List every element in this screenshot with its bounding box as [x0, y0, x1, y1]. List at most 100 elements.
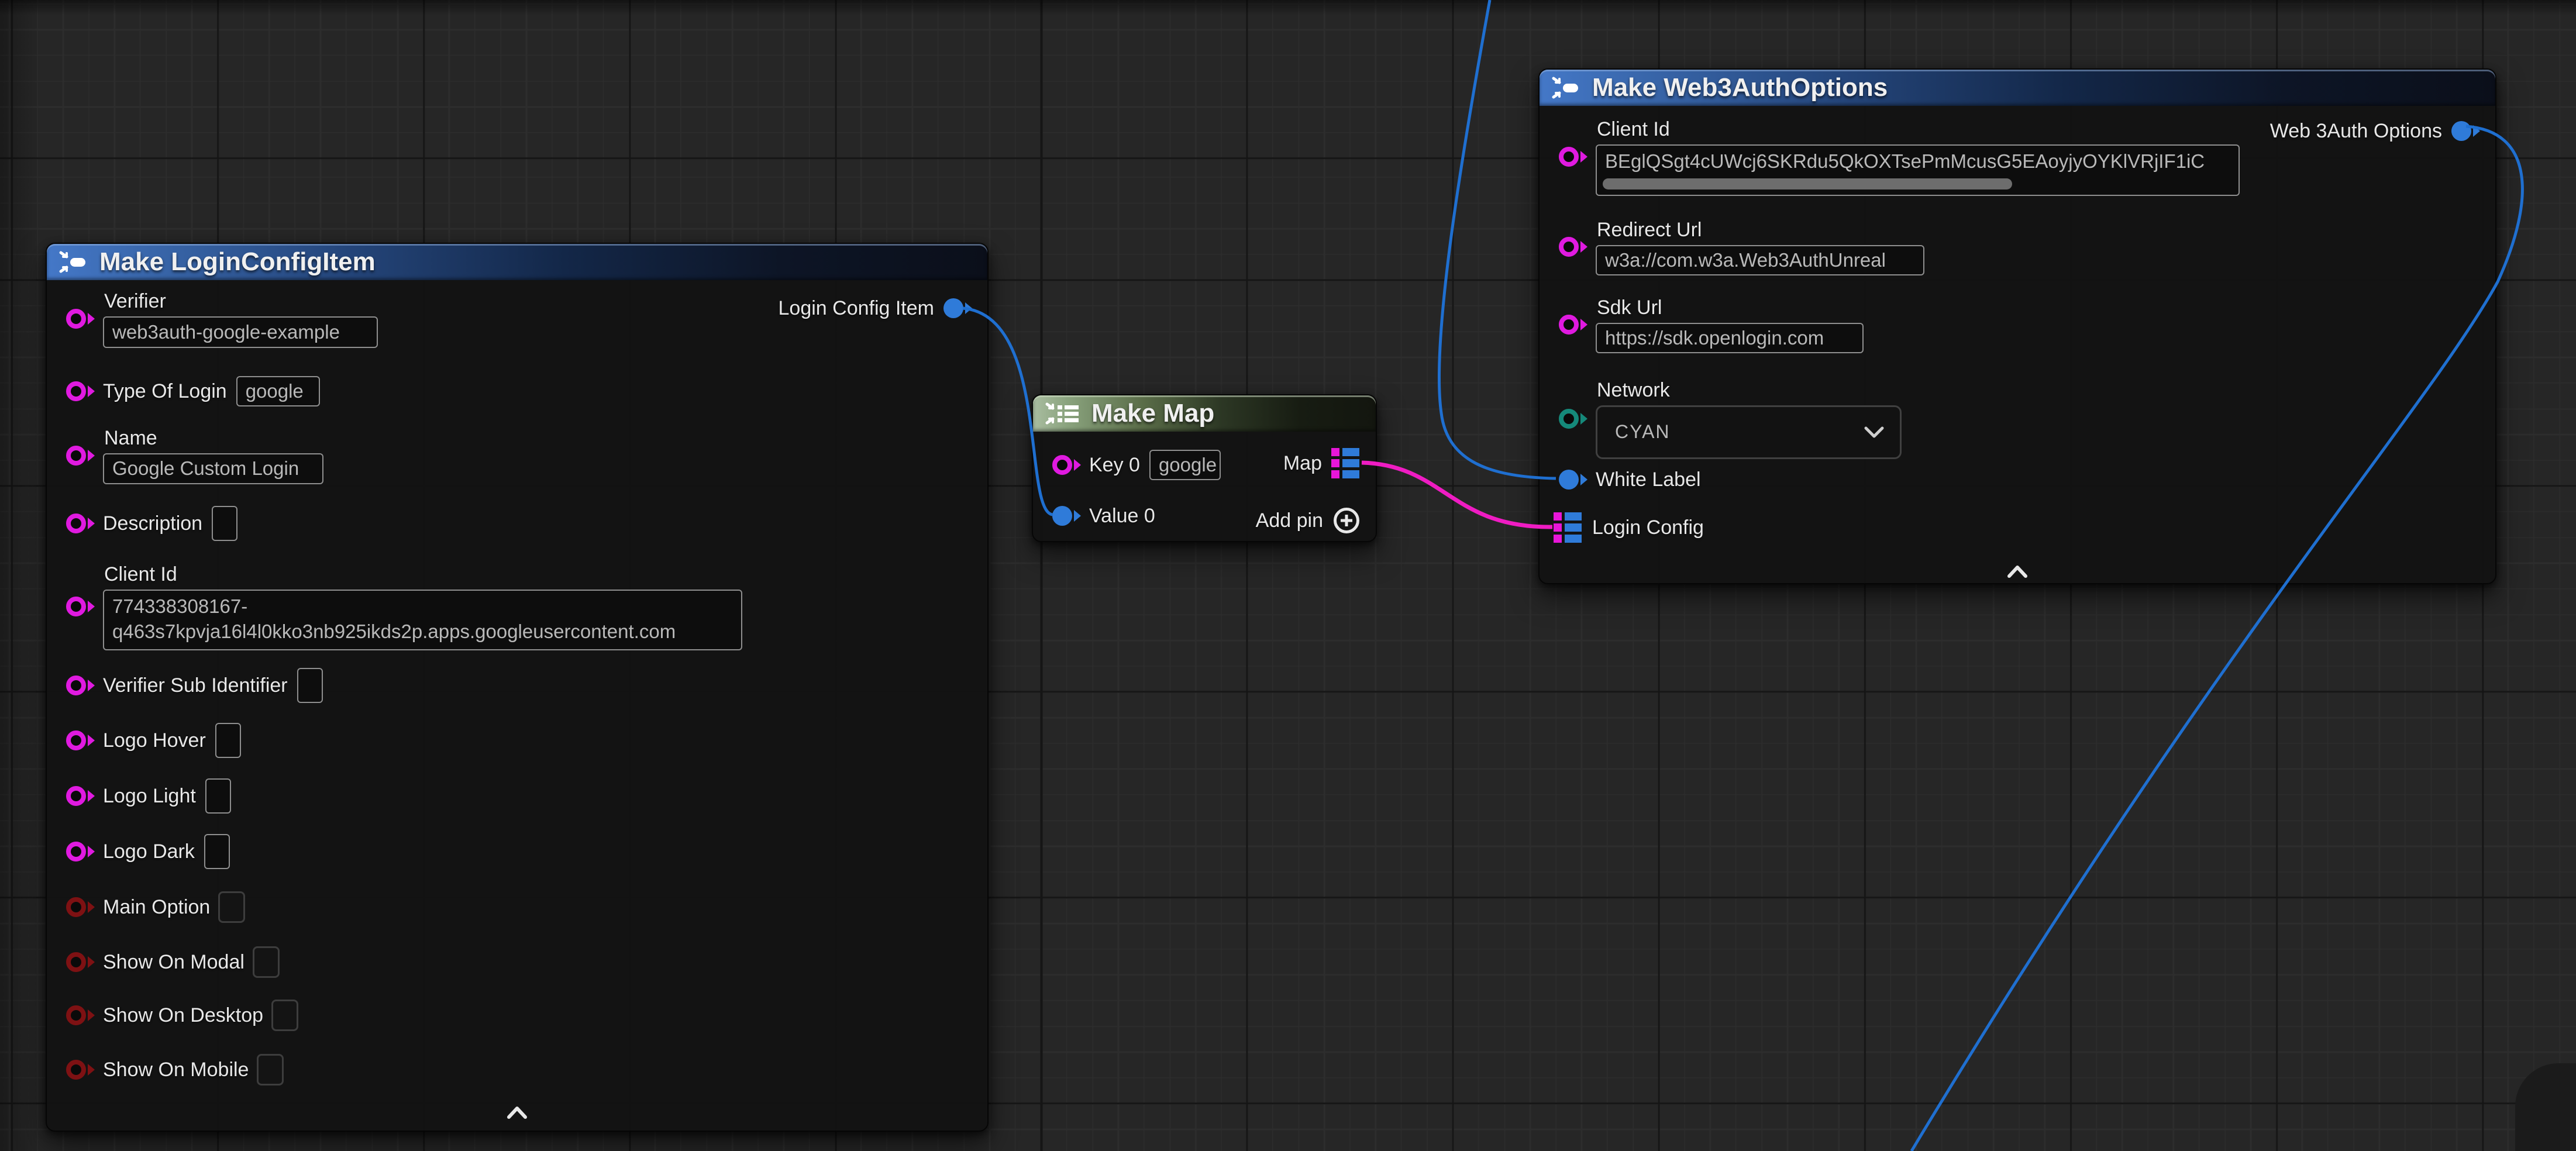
show-on-desktop-checkbox[interactable] — [271, 1000, 298, 1031]
pin-row-logo-hover: Logo Hover — [66, 720, 241, 761]
make-map-icon — [1045, 401, 1081, 426]
make-struct-icon — [1551, 75, 1582, 101]
input-pin-network[interactable] — [1559, 409, 1587, 429]
input-pin-sdk-url[interactable] — [1559, 315, 1587, 335]
input-pin-white-label[interactable] — [1559, 470, 1587, 490]
client-id-input[interactable]: 774338308167-q463s7kpvja16l4l0kko3nb925i… — [103, 590, 742, 650]
pin-label: Logo Light — [103, 785, 196, 808]
pin-label: Logo Dark — [103, 840, 195, 863]
make-struct-icon — [58, 249, 89, 275]
logo-hover-input[interactable] — [215, 723, 241, 758]
input-pin-name[interactable] — [66, 446, 95, 466]
pin-row-map-out: Map — [1275, 443, 1359, 484]
pin-row-network: Network CYAN — [1559, 379, 1902, 459]
pin-label: Show On Desktop — [103, 1004, 263, 1027]
description-input[interactable] — [212, 506, 237, 541]
show-on-mobile-checkbox[interactable] — [257, 1054, 284, 1085]
output-pin-login-config-item[interactable] — [943, 298, 972, 318]
input-pin-verifier-sub-identifier[interactable] — [66, 676, 95, 695]
pin-row-key0: Key 0 google — [1052, 444, 1221, 485]
pin-label: Logo Hover — [103, 729, 206, 752]
pin-row-web3auth-options-out: Web 3Auth Options — [2262, 111, 2480, 151]
pin-row-type-of-login: Type Of Login google — [66, 371, 320, 412]
chevron-down-icon — [1864, 426, 1885, 439]
pin-row-main-option: Main Option — [66, 887, 245, 928]
pin-label: Key 0 — [1089, 454, 1140, 477]
pin-row-redirect-url: Redirect Url w3a://com.w3a.Web3AuthUnrea… — [1559, 218, 1924, 276]
input-pin-logo-dark[interactable] — [66, 842, 95, 861]
input-pin-client-id[interactable] — [66, 597, 95, 616]
output-pin-web3auth-options[interactable] — [2451, 121, 2480, 141]
client-id-scrollbar[interactable] — [1603, 178, 2012, 189]
logo-dark-input[interactable] — [204, 834, 230, 869]
node-title: Make Web3AuthOptions — [1592, 73, 1888, 102]
pin-row-sdk-url: Sdk Url https://sdk.openlogin.com — [1559, 295, 1864, 354]
input-pin-login-config[interactable] — [1554, 512, 1582, 543]
sdk-url-input[interactable]: https://sdk.openlogin.com — [1596, 323, 1864, 353]
logo-light-input[interactable] — [205, 778, 231, 814]
pin-label: Main Option — [103, 896, 210, 919]
main-option-checkbox[interactable] — [218, 891, 245, 923]
node-title: Make LoginConfigItem — [99, 247, 376, 277]
pin-row-show-on-modal: Show On Modal — [66, 942, 280, 983]
add-pin-button[interactable] — [1334, 508, 1359, 533]
pin-row-verifier-sub-identifier: Verifier Sub Identifier — [66, 665, 323, 706]
node-header-make-map[interactable]: Make Map — [1033, 395, 1376, 432]
node-title: Make Map — [1091, 399, 1214, 428]
input-pin-show-on-desktop[interactable] — [66, 1005, 95, 1025]
pin-row-show-on-desktop: Show On Desktop — [66, 995, 298, 1036]
client-id-input[interactable]: BEglQSgt4cUWcj6SKRdu5QkOXTsePmMcusG5EAoy… — [1596, 144, 2240, 196]
pin-label: White Label — [1596, 468, 1701, 491]
input-pin-logo-light[interactable] — [66, 786, 95, 806]
blueprint-graph-canvas[interactable]: Make LoginConfigItem Login Config Item V… — [0, 0, 2576, 1151]
pin-label: Verifier Sub Identifier — [103, 674, 288, 697]
collapse-chevron-icon[interactable] — [2006, 564, 2029, 578]
pin-label: Web 3Auth Options — [2270, 120, 2442, 143]
pin-row-show-on-mobile: Show On Mobile — [66, 1049, 284, 1090]
pin-label: Name — [104, 427, 323, 450]
pin-label: Description — [103, 512, 202, 535]
input-pin-logo-hover[interactable] — [66, 730, 95, 750]
client-id-text: BEglQSgt4cUWcj6SKRdu5QkOXTsePmMcusG5EAoy… — [1605, 150, 2230, 173]
node-header-make-web3authoptions[interactable]: Make Web3AuthOptions — [1540, 70, 2495, 106]
pin-row-white-label: White Label — [1559, 459, 1701, 500]
key0-input[interactable]: google — [1149, 450, 1221, 480]
pin-row-description: Description — [66, 503, 237, 544]
show-on-modal-checkbox[interactable] — [253, 946, 280, 978]
network-dropdown[interactable]: CYAN — [1596, 405, 1902, 459]
top-vignette — [0, 0, 2576, 15]
node-make-web3authoptions[interactable]: Make Web3AuthOptions Web 3Auth Options C… — [1538, 68, 2496, 584]
output-pin-map[interactable] — [1331, 448, 1359, 478]
input-pin-key0[interactable] — [1052, 455, 1081, 475]
input-pin-type-of-login[interactable] — [66, 381, 95, 401]
collapse-chevron-icon[interactable] — [505, 1105, 529, 1119]
input-pin-main-option[interactable] — [66, 897, 95, 917]
pin-row-logo-dark: Logo Dark — [66, 831, 230, 872]
name-input[interactable]: Google Custom Login — [103, 453, 323, 484]
input-pin-value0[interactable] — [1052, 506, 1081, 526]
pin-row-client-id: Client Id 774338308167-q463s7kpvja16l4l0… — [66, 563, 742, 650]
type-of-login-input[interactable]: google — [236, 376, 320, 406]
redirect-url-input[interactable]: w3a://com.w3a.Web3AuthUnreal — [1596, 245, 1924, 275]
verifier-input[interactable]: web3auth-google-example — [103, 316, 378, 348]
add-pin-row: Add pin — [1248, 500, 1359, 541]
wire-map-to-login-config[interactable] — [1362, 463, 1552, 527]
pin-label: Map — [1283, 452, 1322, 475]
verifier-sub-identifier-input[interactable] — [297, 668, 323, 703]
input-pin-description[interactable] — [66, 514, 95, 533]
node-make-loginconfigitem[interactable]: Make LoginConfigItem Login Config Item V… — [46, 243, 989, 1132]
input-pin-client-id[interactable] — [1559, 147, 1587, 167]
pin-label: Show On Mobile — [103, 1059, 249, 1081]
input-pin-show-on-modal[interactable] — [66, 952, 95, 972]
input-pin-show-on-mobile[interactable] — [66, 1060, 95, 1080]
node-header-make-loginconfigitem[interactable]: Make LoginConfigItem — [47, 244, 987, 280]
node-make-map[interactable]: Make Map Key 0 google Map Value 0 Add pi… — [1032, 394, 1377, 542]
pin-label: Sdk Url — [1597, 297, 1864, 319]
input-pin-redirect-url[interactable] — [1559, 237, 1587, 257]
add-pin-label: Add pin — [1256, 509, 1323, 532]
pin-row-client-id: Client Id BEglQSgt4cUWcj6SKRdu5QkOXTsePm… — [1559, 118, 2240, 195]
pin-label: Value 0 — [1089, 505, 1155, 528]
pin-row-login-config-item-out: Login Config Item — [770, 288, 973, 329]
input-pin-verifier[interactable] — [66, 309, 95, 329]
pin-label: Login Config Item — [779, 297, 935, 320]
